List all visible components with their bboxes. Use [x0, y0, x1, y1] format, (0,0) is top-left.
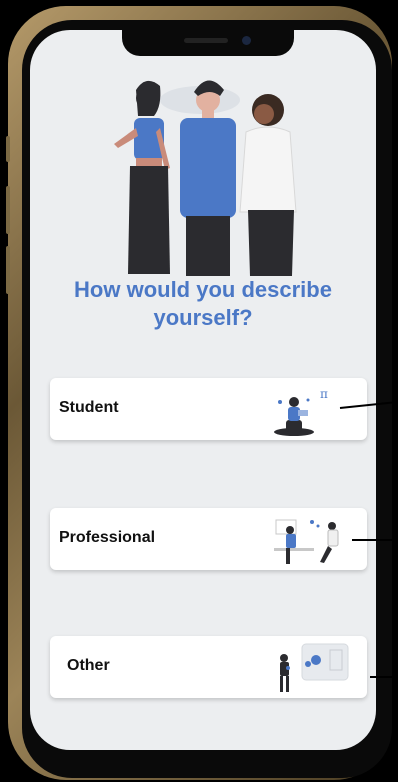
option-student-label: Student — [59, 399, 119, 416]
woman-left-figure — [114, 80, 170, 274]
option-professional-card[interactable]: Professional — [50, 508, 367, 570]
pointer-line-professional — [352, 539, 398, 541]
svg-text:π: π — [320, 387, 328, 401]
professionals-working-icon — [274, 519, 339, 564]
people-group-illustration — [114, 80, 297, 276]
option-other-label: Other — [67, 657, 110, 674]
page-title: How would you describe yourself? — [74, 277, 332, 330]
option-other-card[interactable]: Other — [50, 636, 367, 698]
speaker — [184, 38, 228, 43]
woman-right-figure — [239, 94, 297, 276]
option-professional-label: Professional — [59, 529, 156, 546]
front-camera — [242, 36, 251, 45]
notch — [122, 30, 294, 56]
volume-down-button — [6, 246, 10, 294]
pointer-line-other — [370, 676, 398, 678]
option-student-card[interactable]: Student π — [50, 378, 367, 440]
volume-up-button — [6, 186, 10, 234]
student-reading-icon: π — [274, 387, 328, 436]
mute-switch — [6, 136, 10, 162]
person-with-board-icon — [280, 643, 349, 692]
app-screen: How would you describe yourself? Student… — [30, 30, 376, 750]
